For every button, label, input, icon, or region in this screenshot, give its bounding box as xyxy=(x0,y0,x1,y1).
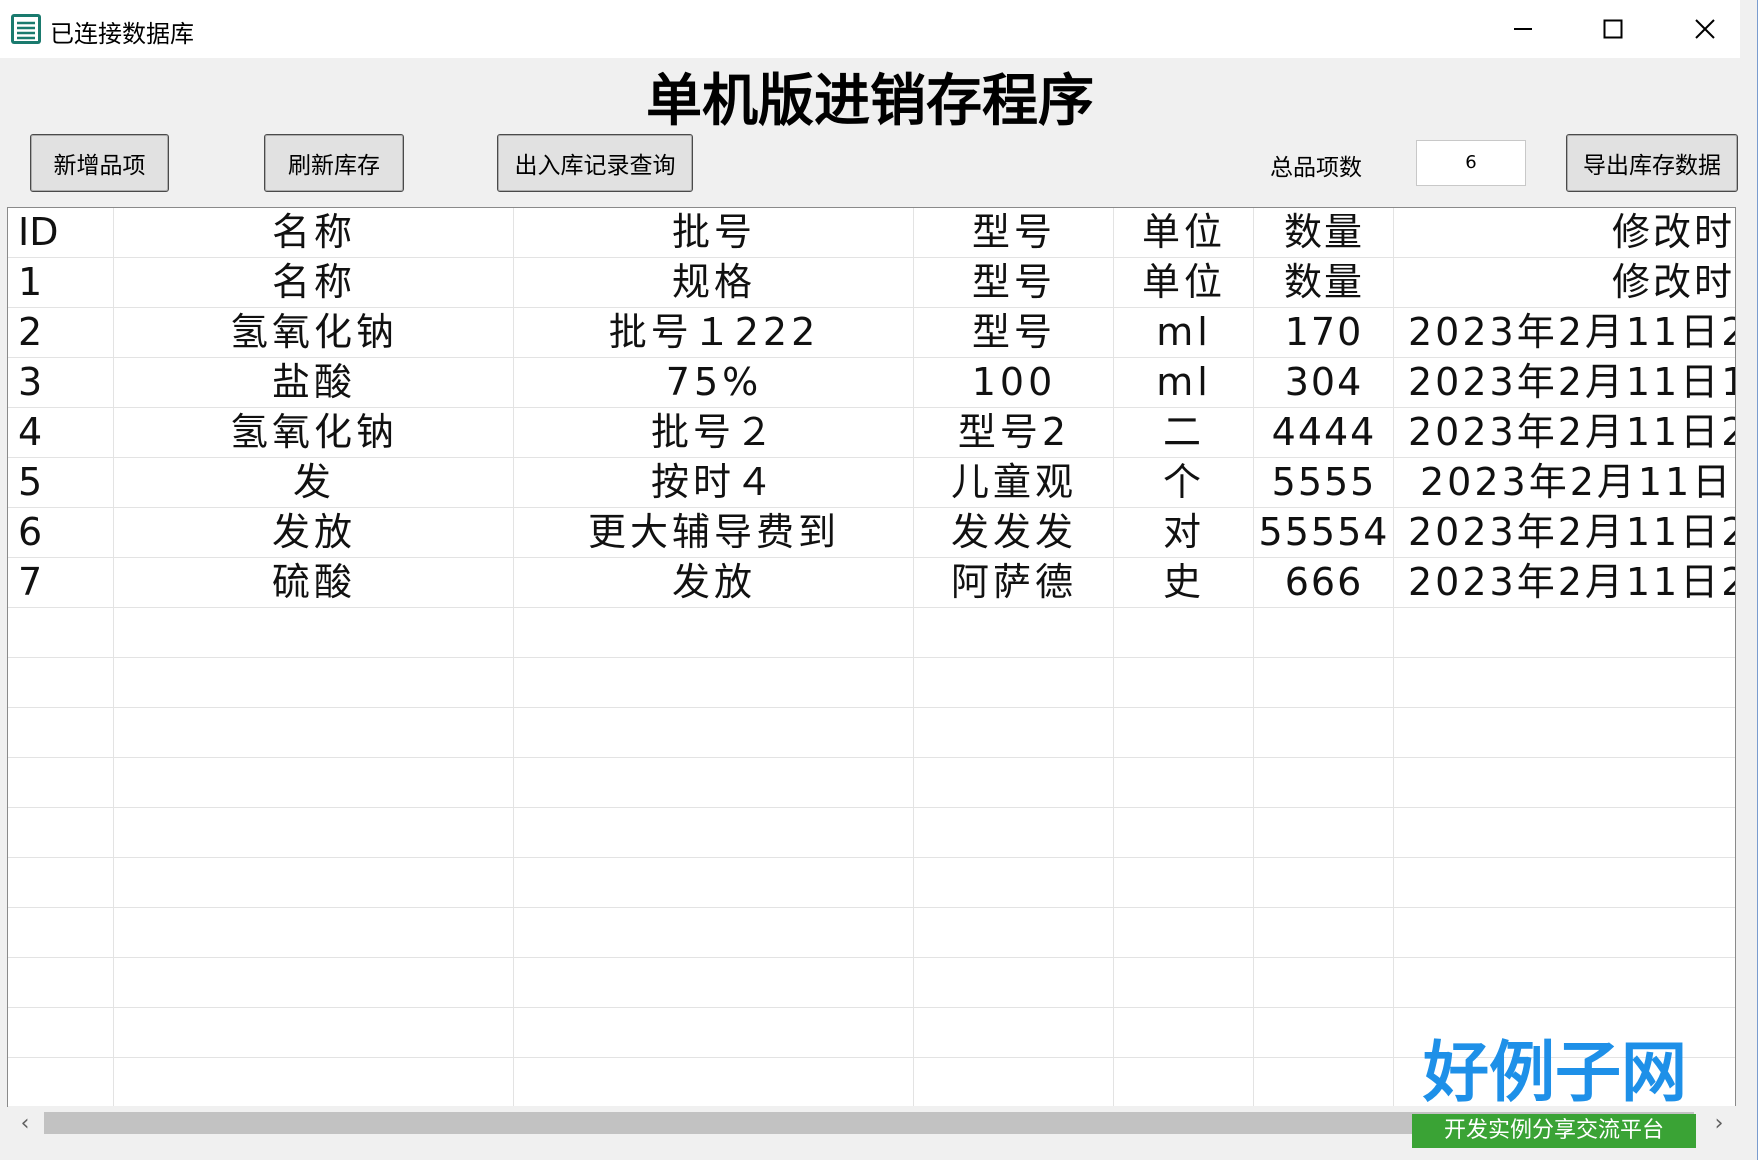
empty-row xyxy=(8,908,1735,958)
database-app-icon xyxy=(11,14,41,44)
cell-quantity: 55554 xyxy=(1258,510,1390,554)
cell-modified-time: 2023年2月11日2 xyxy=(1420,460,1736,504)
cell-quantity: 666 xyxy=(1284,560,1364,604)
window-title: 已连接数据库 xyxy=(50,20,194,48)
cell-batch: 更大辅导费到 xyxy=(587,510,840,554)
close-button[interactable] xyxy=(1660,0,1750,58)
minimize-icon xyxy=(1514,28,1532,30)
cell-model: 发发发 xyxy=(950,510,1077,554)
cell-quantity: 4444 xyxy=(1271,410,1377,454)
column-header-model[interactable]: 型号 xyxy=(915,208,1113,257)
empty-row xyxy=(8,658,1735,708)
table-row[interactable]: 2 氢氧化钠 批号１222 型号 ml 170 2023年2月11日22 xyxy=(8,308,1735,358)
cell-name: 盐酸 xyxy=(271,360,356,404)
cell-modified-time: 2023年2月11日23 xyxy=(1408,510,1735,554)
cell-model: 儿童观 xyxy=(950,460,1077,504)
inout-record-query-button[interactable]: 出入库记录查询 xyxy=(497,134,693,192)
cell-batch: 批号１222 xyxy=(608,310,820,354)
table-row[interactable]: 4 氢氧化钠 批号２ 型号2 二 4444 2023年2月11日22 xyxy=(8,408,1735,458)
page-title: 单机版进销存程序 xyxy=(646,68,1094,134)
add-item-button[interactable]: 新增品项 xyxy=(30,134,169,192)
cell-model: 阿萨德 xyxy=(950,560,1077,604)
cell-quantity: 170 xyxy=(1284,310,1364,354)
cell-model: 型号 xyxy=(971,310,1056,354)
cell-name: 发放 xyxy=(271,510,356,554)
empty-row xyxy=(8,708,1735,758)
cell-batch: 75% xyxy=(665,360,763,404)
cell-model: 型号 xyxy=(971,260,1056,304)
column-header-unit[interactable]: 单位 xyxy=(1115,208,1253,257)
cell-unit: 个 xyxy=(1162,460,1205,504)
chevron-left-icon[interactable]: ‹ xyxy=(8,1106,42,1140)
cell-model: 100 xyxy=(971,360,1057,404)
empty-row xyxy=(8,808,1735,858)
table-row[interactable]: 1 名称 规格 型号 单位 数量 修改时 xyxy=(8,258,1735,308)
empty-row xyxy=(8,608,1735,658)
cell-id: 7 xyxy=(18,560,43,604)
watermark-slogan: 开发实例分享交流平台 xyxy=(1412,1114,1696,1148)
table-row[interactable]: 3 盐酸 75% 100 ml 304 2023年2月11日19 xyxy=(8,358,1735,408)
total-items-label: 总品项数 xyxy=(1270,155,1362,181)
export-stock-button[interactable]: 导出库存数据 xyxy=(1566,134,1738,192)
cell-modified-time: 2023年2月11日22 xyxy=(1408,310,1735,354)
cell-unit: 二 xyxy=(1162,410,1205,454)
cell-id: 2 xyxy=(18,310,43,354)
watermark-logo: 好例子网 开发实例分享交流平台 xyxy=(1410,1034,1700,1154)
column-header-name[interactable]: 名称 xyxy=(115,208,513,257)
refresh-stock-button[interactable]: 刷新库存 xyxy=(264,134,404,192)
cell-name: 氢氧化钠 xyxy=(229,310,398,354)
cell-name: 名称 xyxy=(271,260,356,304)
cell-id: 3 xyxy=(18,360,43,404)
minimize-button[interactable] xyxy=(1478,0,1568,58)
cell-id: 5 xyxy=(18,460,43,504)
cell-quantity: 数量 xyxy=(1283,260,1364,304)
table-row[interactable]: 7 硫酸 发放 阿萨德 史 666 2023年2月11日23 xyxy=(8,558,1735,608)
empty-row xyxy=(8,958,1735,1008)
cell-unit: 史 xyxy=(1162,560,1205,604)
column-header-batch[interactable]: 批号 xyxy=(515,208,913,257)
cell-batch: 发放 xyxy=(671,560,756,604)
table-row[interactable]: 6 发放 更大辅导费到 发发发 对 55554 2023年2月11日23 xyxy=(8,508,1735,558)
maximize-button[interactable] xyxy=(1568,0,1658,58)
cell-unit: ml xyxy=(1156,310,1212,354)
inventory-grid[interactable]: ID 名称 批号 型号 单位 数量 修改时 1 名称 规格 型号 单位 数量 修… xyxy=(7,207,1736,1107)
close-icon xyxy=(1695,19,1715,39)
cell-modified-time: 2023年2月11日19 xyxy=(1408,360,1735,404)
cell-modified-time: 修改时 xyxy=(1611,260,1735,304)
cell-unit: 单位 xyxy=(1141,260,1226,304)
cell-quantity: 304 xyxy=(1284,360,1364,404)
cell-batch: 规格 xyxy=(671,260,756,304)
column-header-modified-time[interactable]: 修改时 xyxy=(1395,208,1735,257)
empty-row xyxy=(8,858,1735,908)
cell-modified-time: 2023年2月11日22 xyxy=(1408,410,1735,454)
cell-id: 6 xyxy=(18,510,43,554)
app-window: 已连接数据库 单机版进销存程序 新增品项 刷新库存 出入库记录查询 总品项数 6… xyxy=(0,0,1758,1160)
cell-batch: 批号２ xyxy=(650,410,777,454)
column-header-quantity[interactable]: 数量 xyxy=(1255,208,1393,257)
watermark-brand: 好例子网 xyxy=(1423,1033,1687,1111)
table-row[interactable]: 5 发 按时４ 儿童观 个 5555 2023年2月11日2 xyxy=(8,458,1735,508)
column-header-id[interactable]: ID xyxy=(18,208,113,257)
cell-modified-time: 2023年2月11日23 xyxy=(1408,560,1735,604)
cell-unit: 对 xyxy=(1162,510,1205,554)
cell-id: 1 xyxy=(18,260,43,304)
cell-name: 硫酸 xyxy=(271,560,356,604)
cell-batch: 按时４ xyxy=(650,460,777,504)
empty-row xyxy=(8,758,1735,808)
title-bar[interactable]: 已连接数据库 xyxy=(0,0,1740,58)
cell-unit: ml xyxy=(1156,360,1212,404)
cell-model: 型号2 xyxy=(957,410,1071,454)
grid-header-row: ID 名称 批号 型号 单位 数量 修改时 xyxy=(8,208,1735,258)
cell-name: 氢氧化钠 xyxy=(229,410,398,454)
total-items-field[interactable]: 6 xyxy=(1416,140,1526,186)
maximize-icon xyxy=(1603,19,1623,39)
cell-quantity: 5555 xyxy=(1271,460,1377,504)
cell-name: 发 xyxy=(292,460,335,504)
cell-id: 4 xyxy=(18,410,43,454)
chevron-right-icon[interactable]: › xyxy=(1702,1106,1736,1140)
